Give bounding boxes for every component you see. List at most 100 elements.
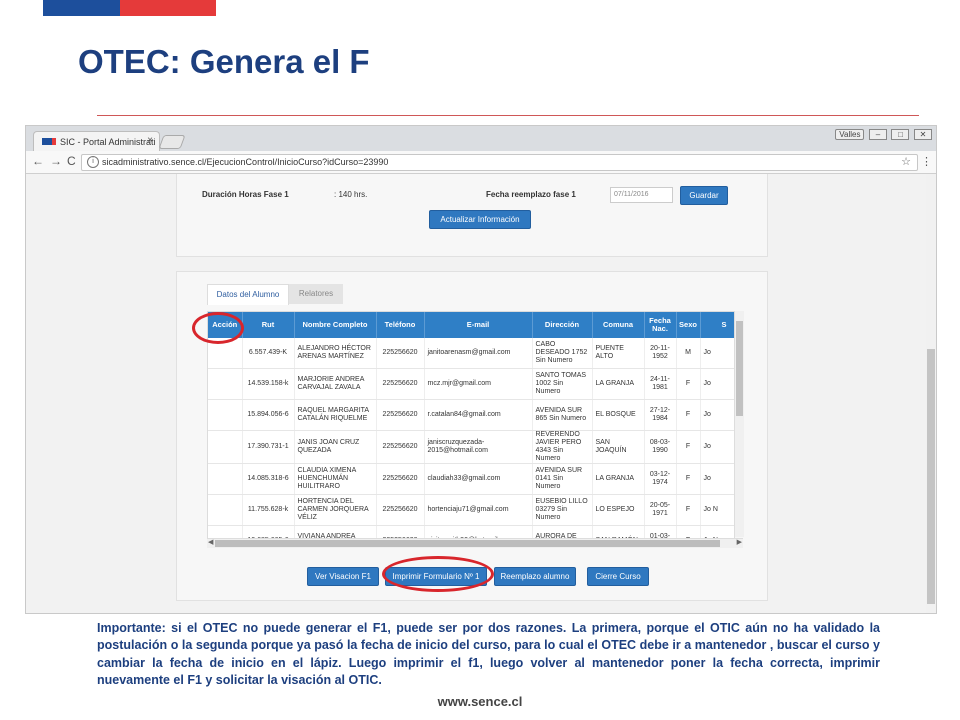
table-row[interactable]: 15.894.056-6 RAQUEL MARGARITA CATALÁN RI… [208, 399, 734, 431]
forward-arrow-icon[interactable]: → [50, 154, 62, 168]
cell-direccion: AURORA DE CHILE 9871 Sin [532, 525, 593, 538]
cell-accion[interactable] [208, 494, 243, 527]
col-header-direccion[interactable]: Dirección [532, 312, 593, 338]
cell-comuna: LA GRANJA [592, 368, 645, 400]
cell-email: r.catalan84@gmail.com [424, 399, 533, 431]
tab-relatores[interactable]: Relatores [289, 284, 343, 304]
cell-fecha-nac: 01-03-1977 [644, 525, 677, 538]
col-header-fecha-nac[interactable]: Fecha Nac. [644, 312, 677, 338]
reemplazo-alumno-button[interactable]: Reemplazo alumno [494, 567, 576, 586]
minimize-icon[interactable]: – [868, 129, 887, 140]
scroll-left-icon[interactable]: ◀ [208, 538, 213, 546]
cell-rut: 15.894.056-6 [242, 399, 295, 431]
window-close-icon[interactable]: ✕ [914, 129, 932, 140]
cell-s: Jo N [700, 494, 734, 527]
cell-email: mcz.mjr@gmail.com [424, 368, 533, 400]
imprimir-highlight-ring [382, 556, 494, 592]
cell-nombre: ALEJANDRO HÉCTOR ARENAS MARTÍNEZ [294, 338, 377, 369]
maximize-icon[interactable]: □ [891, 129, 910, 140]
col-header-sexo[interactable]: Sexo [676, 312, 701, 338]
browser-menu-icon[interactable]: ⋮ [921, 155, 932, 168]
table-row[interactable]: 14.085.318-6 CLAUDIA XIMENA HUENCHUMÁN H… [208, 463, 734, 496]
ver-visacion-button[interactable]: Ver Visacion F1 [307, 567, 379, 586]
col-header-comuna[interactable]: Comuna [592, 312, 645, 338]
cell-email: janiscruzquezada-2015@hotmail.com [424, 430, 533, 465]
table-row[interactable]: 6.557.439-K ALEJANDRO HÉCTOR ARENAS MART… [208, 338, 734, 369]
cell-accion[interactable] [208, 463, 243, 496]
page-scrollbar[interactable] [926, 174, 936, 613]
cierre-curso-button[interactable]: Cierre Curso [587, 567, 649, 586]
cell-nombre: RAQUEL MARGARITA CATALÁN RIQUELME [294, 399, 377, 431]
cell-direccion: CABO DESEADO 1752 Sin Numero [532, 338, 593, 369]
grid-vertical-scrollbar[interactable] [734, 311, 744, 537]
cell-direccion: AVENIDA SUR 0141 Sin Numero [532, 463, 593, 496]
cell-fecha-nac: 24-11-1981 [644, 368, 677, 400]
table-row[interactable]: 10.685.665-6 VIVIANA ANDREA MATURANA SMI… [208, 525, 734, 538]
grid-vertical-thumb[interactable] [736, 321, 743, 416]
cell-sexo: F [676, 399, 701, 431]
cell-accion[interactable] [208, 430, 243, 465]
grid-horizontal-thumb[interactable] [215, 540, 720, 547]
address-bar: ← → C i sicadministrativo.sence.cl/Ejecu… [26, 151, 936, 174]
page-content: Duración Horas Fase 1 : 140 hrs. Fecha r… [26, 174, 936, 613]
scroll-right-icon[interactable]: ▶ [737, 538, 742, 546]
col-header-nombre[interactable]: Nombre Completo [294, 312, 377, 338]
cell-telefono: 225256620 [376, 338, 425, 369]
fecha-reemplazo-label: Fecha reemplazo fase 1 [486, 190, 576, 199]
table-row[interactable]: 11.755.628-k HORTENCIA DEL CARMEN JORQUE… [208, 494, 734, 527]
title-divider [97, 115, 919, 116]
info-icon[interactable]: i [87, 156, 99, 168]
cell-rut: 14.085.318-6 [242, 463, 295, 496]
cell-comuna: LO ESPEJO [592, 494, 645, 527]
bookmark-star-icon[interactable]: ☆ [901, 155, 911, 168]
cell-s: Jo [700, 368, 734, 400]
cell-email: janitoarenasm@gmail.com [424, 338, 533, 369]
course-info-panel: Duración Horas Fase 1 : 140 hrs. Fecha r… [176, 174, 768, 257]
cell-s: Jo [700, 399, 734, 431]
grid-horizontal-scrollbar[interactable]: ◀ ▶ [207, 538, 743, 548]
back-arrow-icon[interactable]: ← [32, 154, 44, 168]
tab-close-icon[interactable]: × [147, 135, 153, 146]
fecha-reemplazo-input[interactable]: 07/11/2016 [610, 187, 673, 203]
accion-highlight-ring [192, 312, 244, 344]
cell-telefono: 225256620 [376, 368, 425, 400]
browser-tab[interactable]: SIC - Portal Administrati × [33, 131, 160, 152]
cell-email: vivitasmith30@hotmail.com [424, 525, 533, 538]
flag-red-bar [120, 0, 216, 16]
favicon-icon [42, 138, 56, 145]
cell-fecha-nac: 20-11-1952 [644, 338, 677, 369]
cell-sexo: F [676, 430, 701, 465]
cell-rut: 11.755.628-k [242, 494, 295, 527]
cell-comuna: EL BOSQUE [592, 399, 645, 431]
table-row[interactable]: 14.539.158-k MARJORIE ANDREA CARVAJAL ZA… [208, 368, 734, 400]
cell-comuna: SAN RAMÓN [592, 525, 645, 538]
cell-telefono: 225256620 [376, 463, 425, 496]
cell-telefono: 225256620 [376, 430, 425, 465]
col-header-rut[interactable]: Rut [242, 312, 295, 338]
tab-datos-alumno[interactable]: Datos del Alumno [207, 284, 289, 305]
user-badge[interactable]: Valles [835, 129, 865, 140]
url-input[interactable]: i sicadministrativo.sence.cl/EjecucionCo… [81, 154, 918, 171]
col-header-email[interactable]: E-mail [424, 312, 533, 338]
cell-rut: 14.539.158-k [242, 368, 295, 400]
guardar-button[interactable]: Guardar [680, 186, 728, 205]
cell-accion[interactable] [208, 368, 243, 400]
cell-nombre: HORTENCIA DEL CARMEN JORQUERA VÉLIZ [294, 494, 377, 527]
cell-fecha-nac: 08-03-1990 [644, 430, 677, 465]
col-header-s[interactable]: S [700, 312, 734, 338]
cell-rut: 17.390.731-1 [242, 430, 295, 465]
footer-website: www.sence.cl [437, 694, 523, 709]
table-row[interactable]: 17.390.731-1 JANIS JOAN CRUZ QUEZADA 225… [208, 430, 734, 465]
cell-telefono: 225256620 [376, 399, 425, 431]
new-tab-button[interactable] [158, 135, 186, 149]
cell-accion[interactable] [208, 525, 243, 538]
page-scroll-thumb[interactable] [927, 349, 935, 604]
reload-icon[interactable]: C [67, 154, 76, 168]
col-header-telefono[interactable]: Teléfono [376, 312, 425, 338]
cell-accion[interactable] [208, 399, 243, 431]
actualizar-informacion-button[interactable]: Actualizar Información [429, 210, 531, 229]
flag-blue-bar [43, 0, 120, 16]
cell-sexo: F [676, 525, 701, 538]
browser-tab-bar: SIC - Portal Administrati × Valles – □ ✕ [26, 126, 936, 152]
cell-fecha-nac: 20-05-1971 [644, 494, 677, 527]
